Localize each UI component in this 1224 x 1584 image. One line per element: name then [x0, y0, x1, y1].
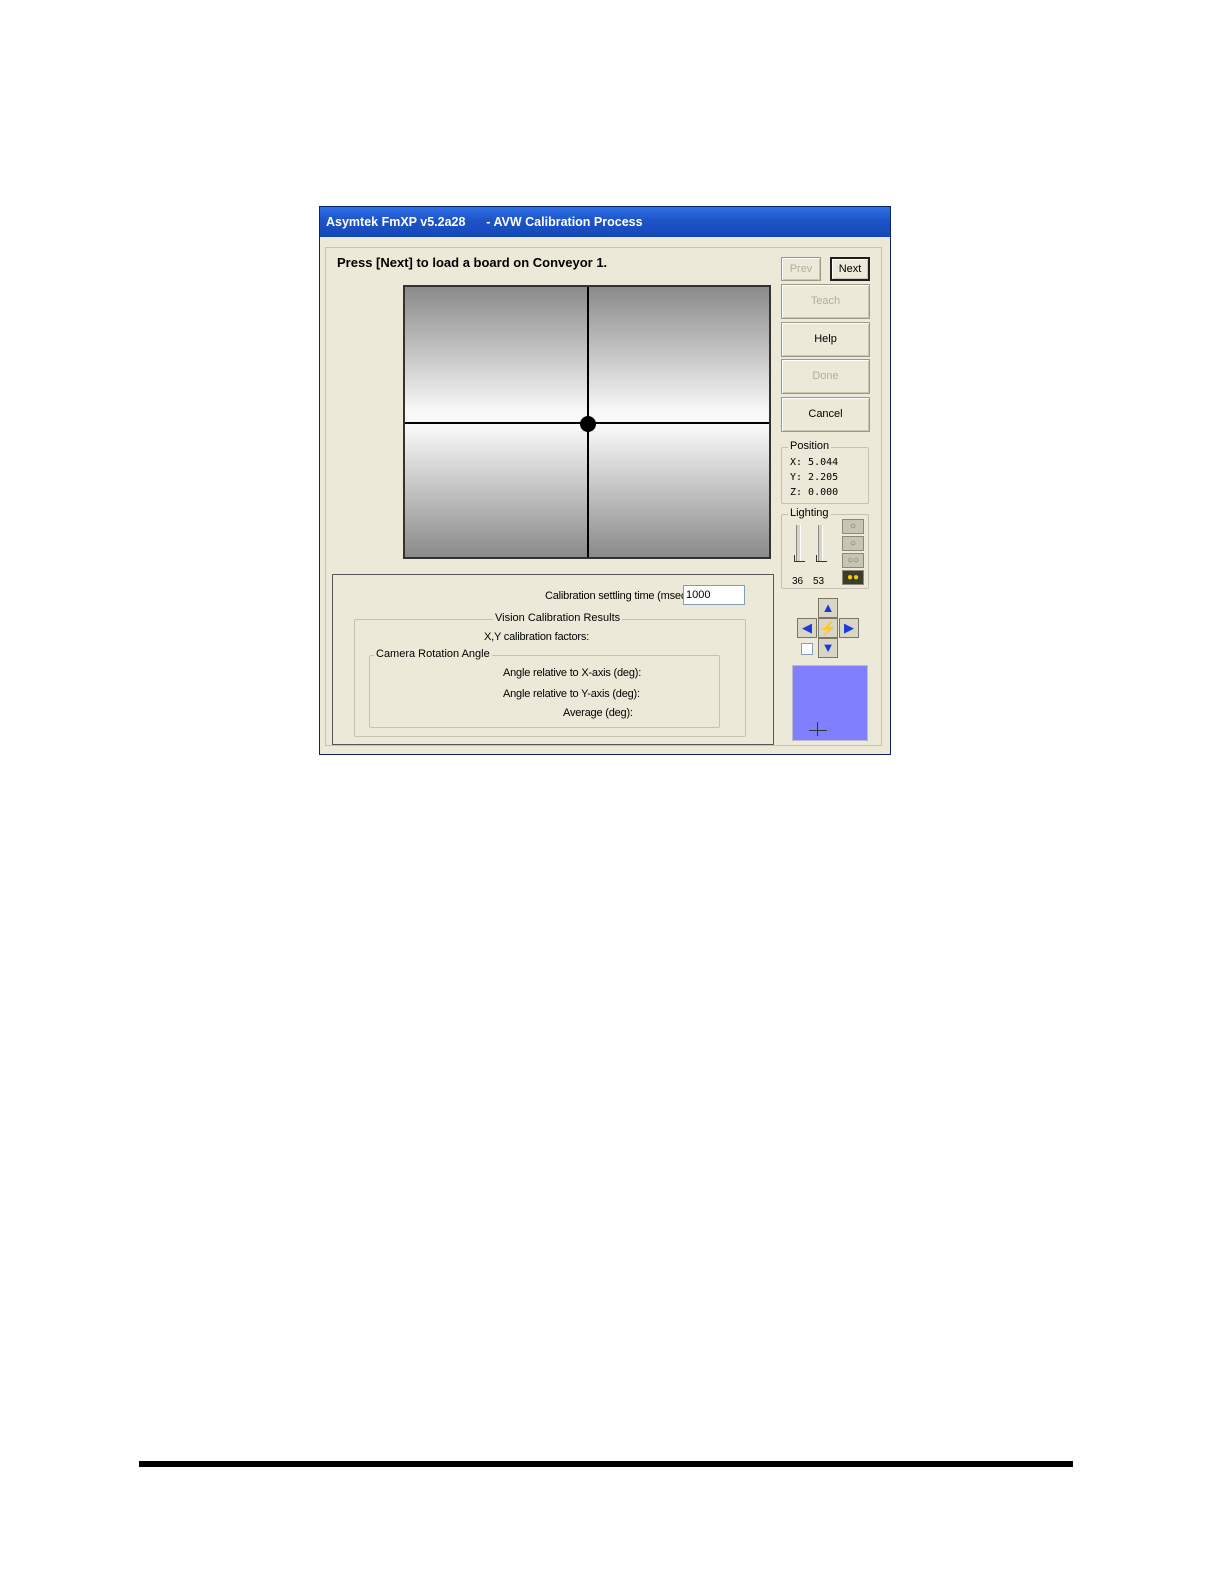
camera-view[interactable] — [403, 285, 771, 559]
xy-factors-label: X,Y calibration factors: — [484, 631, 590, 643]
bulb-icon[interactable]: ○ — [842, 519, 864, 534]
lighting-group-title: Lighting — [788, 507, 831, 519]
arrow-right-icon[interactable]: ▶ — [839, 618, 859, 638]
calibration-dialog: Asymtek FmXP v5.2a28 - AVW Calibration P… — [319, 206, 891, 755]
prev-button[interactable]: Prev — [781, 257, 821, 281]
vision-results-group: Vision Calibration Results X,Y calibrati… — [354, 612, 746, 737]
mini-camera-preview — [792, 665, 868, 741]
position-y: Y: 2.205 — [790, 472, 838, 483]
position-y-label: Y: — [790, 472, 803, 483]
arrow-left-icon[interactable]: ◀ — [797, 618, 817, 638]
position-z-value: 0.000 — [808, 487, 839, 498]
lighting-slider-2-thumb[interactable] — [816, 555, 827, 562]
average-label: Average (deg): — [563, 707, 633, 719]
lighting-slider-2-value: 53 — [813, 576, 825, 587]
arrow-down-icon[interactable]: ▼ — [818, 638, 838, 658]
instruction-text: Press [Next] to load a board on Conveyor… — [337, 255, 608, 270]
position-x: X: 5.044 — [790, 457, 838, 468]
rotation-angle-group: Camera Rotation Angle Angle relative to … — [369, 648, 720, 728]
position-x-label: X: — [790, 457, 803, 468]
position-x-value: 5.044 — [808, 457, 839, 468]
position-group-title: Position — [788, 440, 832, 452]
bulb-icon[interactable]: ○ — [842, 536, 864, 551]
done-button[interactable]: Done — [781, 359, 870, 394]
settling-time-input[interactable] — [683, 585, 745, 605]
calibration-panel: Calibration settling time (msec): Vision… — [332, 574, 774, 745]
preview-crosshair-vertical — [817, 722, 818, 736]
lighting-slider-1-thumb[interactable] — [794, 555, 805, 562]
position-z-label: Z: — [790, 487, 803, 498]
jog-checkbox[interactable] — [801, 643, 813, 655]
next-button[interactable]: Next — [830, 257, 870, 281]
position-y-value: 2.205 — [808, 472, 839, 483]
double-bulb-lit-icon[interactable]: ●● — [842, 570, 864, 585]
crosshair-center-dot — [580, 416, 596, 432]
cancel-button[interactable]: Cancel — [781, 397, 870, 432]
lightning-icon[interactable]: ⚡ — [818, 618, 838, 638]
rotation-angle-title: Camera Rotation Angle — [374, 648, 492, 660]
arrow-up-icon[interactable]: ▲ — [818, 598, 838, 618]
window-title: Asymtek FmXP v5.2a28 - AVW Calibration P… — [320, 207, 890, 237]
lighting-slider-1-value: 36 — [792, 576, 804, 587]
page-footer-rule — [139, 1461, 1073, 1467]
settling-time-label: Calibration settling time (msec): — [545, 590, 693, 602]
vision-results-title: Vision Calibration Results — [493, 612, 623, 624]
position-z: Z: 0.000 — [790, 487, 838, 498]
angle-x-label: Angle relative to X-axis (deg): — [503, 667, 642, 679]
double-bulb-icon[interactable]: ○○ — [842, 553, 864, 568]
lighting-group: Lighting 36 53 ○ ○ ○○ ●● — [781, 507, 869, 589]
help-button[interactable]: Help — [781, 322, 870, 357]
preview-crosshair-horizontal — [809, 730, 827, 731]
teach-button[interactable]: Teach — [781, 284, 870, 319]
angle-y-label: Angle relative to Y-axis (deg): — [503, 688, 640, 700]
position-group: Position X: 5.044 Y: 2.205 Z: 0.000 — [781, 440, 869, 504]
